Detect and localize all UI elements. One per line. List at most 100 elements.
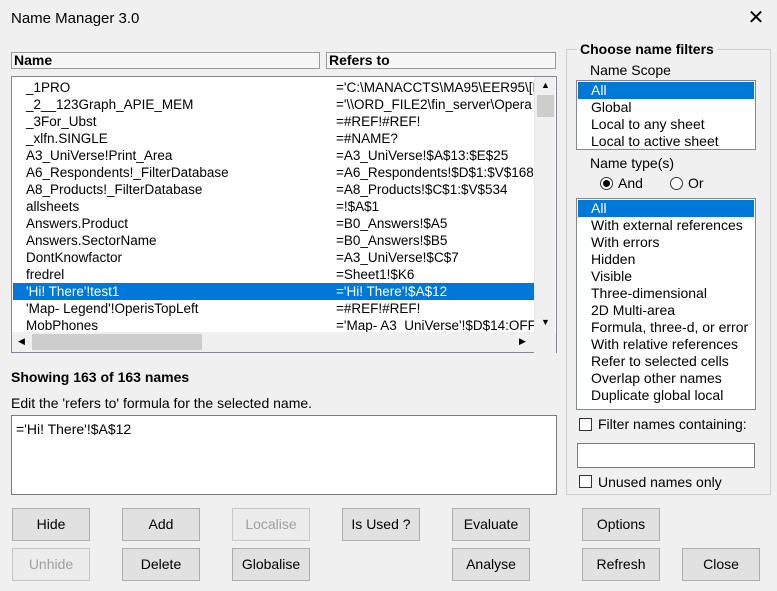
scope-option[interactable]: Local to any sheet — [578, 116, 754, 133]
close-button[interactable]: Close — [682, 548, 760, 581]
filter-containing-label[interactable]: Filter names containing: — [598, 416, 747, 432]
and-radio[interactable] — [600, 177, 613, 190]
name-row[interactable]: 'Hi! There'!test1 ='Hi! There'!$A$12 — [13, 283, 536, 300]
refers-to-cell: =A8_Products!$C$1:$V$534 — [336, 182, 508, 197]
refers-to-cell: =B0_Answers!$B5 — [336, 233, 448, 248]
evaluate-button-label: Evaluate — [463, 516, 519, 532]
scroll-right-icon[interactable]: ▶ — [513, 333, 532, 350]
scroll-up-icon[interactable]: ▲ — [536, 77, 555, 94]
refresh-button[interactable]: Refresh — [582, 548, 660, 581]
name-cell: allsheets — [26, 199, 80, 214]
type-option[interactable]: Refer to selected cells — [578, 353, 754, 370]
name-row[interactable]: _xlfn.SINGLE =#NAME? — [13, 130, 536, 147]
name-cell: Answers.SectorName — [26, 233, 157, 248]
or-radio-label[interactable]: Or — [688, 175, 704, 191]
horizontal-scroll-thumb[interactable] — [32, 334, 202, 350]
name-cell: 'Hi! There'!test1 — [26, 284, 120, 299]
type-option[interactable]: 2D Multi-area — [578, 302, 754, 319]
refers-to-cell: =A6_Respondents!$D$1:$V$168 — [336, 165, 534, 180]
scrollbar-corner — [534, 333, 556, 353]
type-option[interactable]: Duplicate global local — [578, 387, 754, 404]
type-option[interactable]: Three-dimensional — [578, 285, 754, 302]
options-button-label: Options — [596, 516, 646, 532]
type-option[interactable]: Formula, three-d, or error — [578, 319, 754, 336]
name-row[interactable]: allsheets =!$A$1 — [13, 198, 536, 215]
type-option[interactable]: With errors — [578, 234, 754, 251]
name-cell: A3_UniVerse!Print_Area — [26, 148, 173, 163]
add-button[interactable]: Add — [122, 508, 200, 541]
hide-button[interactable]: Hide — [12, 508, 90, 541]
refers-to-cell: ='\\ORD_FILE2\fin_server\Opera — [336, 97, 532, 112]
refers-to-cell: =!$A$1 — [336, 199, 380, 214]
type-option[interactable]: Overlap other names — [578, 370, 754, 387]
type-option[interactable]: Hidden — [578, 251, 754, 268]
type-option[interactable]: With relative references — [578, 336, 754, 353]
is-used-button[interactable]: Is Used ? — [342, 508, 420, 541]
name-row[interactable]: A6_Respondents!_FilterDatabase =A6_Respon… — [13, 164, 536, 181]
refers-to-cell: =B0_Answers!$A5 — [336, 216, 448, 231]
unused-names-label[interactable]: Unused names only — [598, 474, 722, 490]
filter-containing-checkbox[interactable] — [579, 418, 592, 431]
evaluate-button[interactable]: Evaluate — [452, 508, 530, 541]
name-row[interactable]: _2__123Graph_APIE_MEM ='\\ORD_FILE2\fin_s… — [13, 96, 536, 113]
list-horizontal-scrollbar[interactable]: ◀ ▶ — [12, 332, 534, 352]
unhide-button[interactable]: Unhide — [12, 548, 90, 581]
name-row[interactable]: _3For_Ubst =#REF!#REF! — [13, 113, 536, 130]
scope-option[interactable]: Local to active sheet — [578, 133, 754, 150]
names-list[interactable]: _1PRO ='C:\MANACCTS\MA95\EER95\[E _2__123G… — [11, 76, 557, 353]
name-cell: fredrel — [26, 267, 65, 282]
name-cell: A6_Respondents!_FilterDatabase — [26, 165, 229, 180]
scope-option[interactable]: All — [578, 82, 754, 99]
and-radio-label[interactable]: And — [618, 175, 643, 191]
name-cell: 'Map- Legend'!OperisTopLeft — [26, 301, 199, 316]
refresh-button-label: Refresh — [596, 556, 646, 572]
name-cell: DontKnowfactor — [26, 250, 123, 265]
refers-to-formula-field[interactable]: ='Hi! There'!$A$12 — [11, 415, 557, 495]
name-row[interactable]: Answers.Product =B0_Answers!$A5 — [13, 215, 536, 232]
delete-button[interactable]: Delete — [122, 548, 200, 581]
refers-to-cell: =#REF!#REF! — [336, 114, 421, 129]
name-scope-list[interactable]: All Global Local to any sheet Local to acti… — [576, 80, 756, 150]
filter-containing-input[interactable] — [577, 443, 755, 468]
name-cell: _3For_Ubst — [26, 114, 97, 129]
type-option[interactable]: All — [578, 200, 754, 217]
refers-to-cell: =A3_UniVerse!$A$13:$E$25 — [336, 148, 509, 163]
options-button[interactable]: Options — [582, 508, 660, 541]
and-radio-dot — [603, 180, 610, 187]
type-option[interactable]: With external references — [578, 217, 754, 234]
delete-button-label: Delete — [140, 556, 182, 572]
name-type-list[interactable]: All With external references With errors Hi… — [576, 198, 756, 410]
name-row[interactable]: _1PRO ='C:\MANACCTS\MA95\EER95\[E — [13, 79, 536, 96]
refers-to-cell: =#REF!#REF! — [336, 301, 421, 316]
or-radio[interactable] — [670, 177, 683, 190]
column-header-name[interactable]: Name — [11, 52, 320, 69]
refers-to-cell: =#NAME? — [336, 131, 398, 146]
unused-names-checkbox[interactable] — [579, 475, 592, 488]
scroll-left-icon[interactable]: ◀ — [12, 333, 31, 350]
filter-group-legend: Choose name filters — [577, 41, 717, 57]
window-title: Name Manager 3.0 — [11, 10, 140, 27]
name-row[interactable]: Answers.SectorName =B0_Answers!$B5 — [13, 232, 536, 249]
edit-formula-label: Edit the 'refers to' formula for the sel… — [11, 395, 313, 411]
type-option[interactable]: Visible — [578, 268, 754, 285]
close-window-icon[interactable]: ✕ — [744, 6, 768, 30]
name-row[interactable]: fredrel =Sheet1!$K6 — [13, 266, 536, 283]
name-row[interactable]: A8_Products!_FilterDatabase =A8_Products!… — [13, 181, 536, 198]
scroll-down-icon[interactable]: ▼ — [536, 314, 555, 331]
name-cell: Answers.Product — [26, 216, 129, 231]
name-row[interactable]: DontKnowfactor =A3_UniVerse!$C$7 — [13, 249, 536, 266]
list-vertical-scrollbar[interactable]: ▲ ▼ — [534, 77, 555, 333]
column-header-refers-to[interactable]: Refers to — [326, 52, 556, 69]
refers-to-cell: =Sheet1!$K6 — [336, 267, 415, 282]
localise-button[interactable]: Localise — [232, 508, 310, 541]
add-button-label: Add — [148, 516, 174, 532]
name-row[interactable]: 'Map- Legend'!OperisTopLeft =#REF!#REF! — [13, 300, 536, 317]
scope-option[interactable]: Global — [578, 99, 754, 116]
name-row[interactable]: A3_UniVerse!Print_Area =A3_UniVerse!$A$13… — [13, 147, 536, 164]
name-scope-label: Name Scope — [590, 62, 671, 78]
name-cell: _1PRO — [26, 80, 71, 95]
globalise-button[interactable]: Globalise — [232, 548, 310, 581]
vertical-scroll-thumb[interactable] — [537, 95, 554, 117]
analyse-button[interactable]: Analyse — [452, 548, 530, 581]
name-cell: A8_Products!_FilterDatabase — [26, 182, 203, 197]
